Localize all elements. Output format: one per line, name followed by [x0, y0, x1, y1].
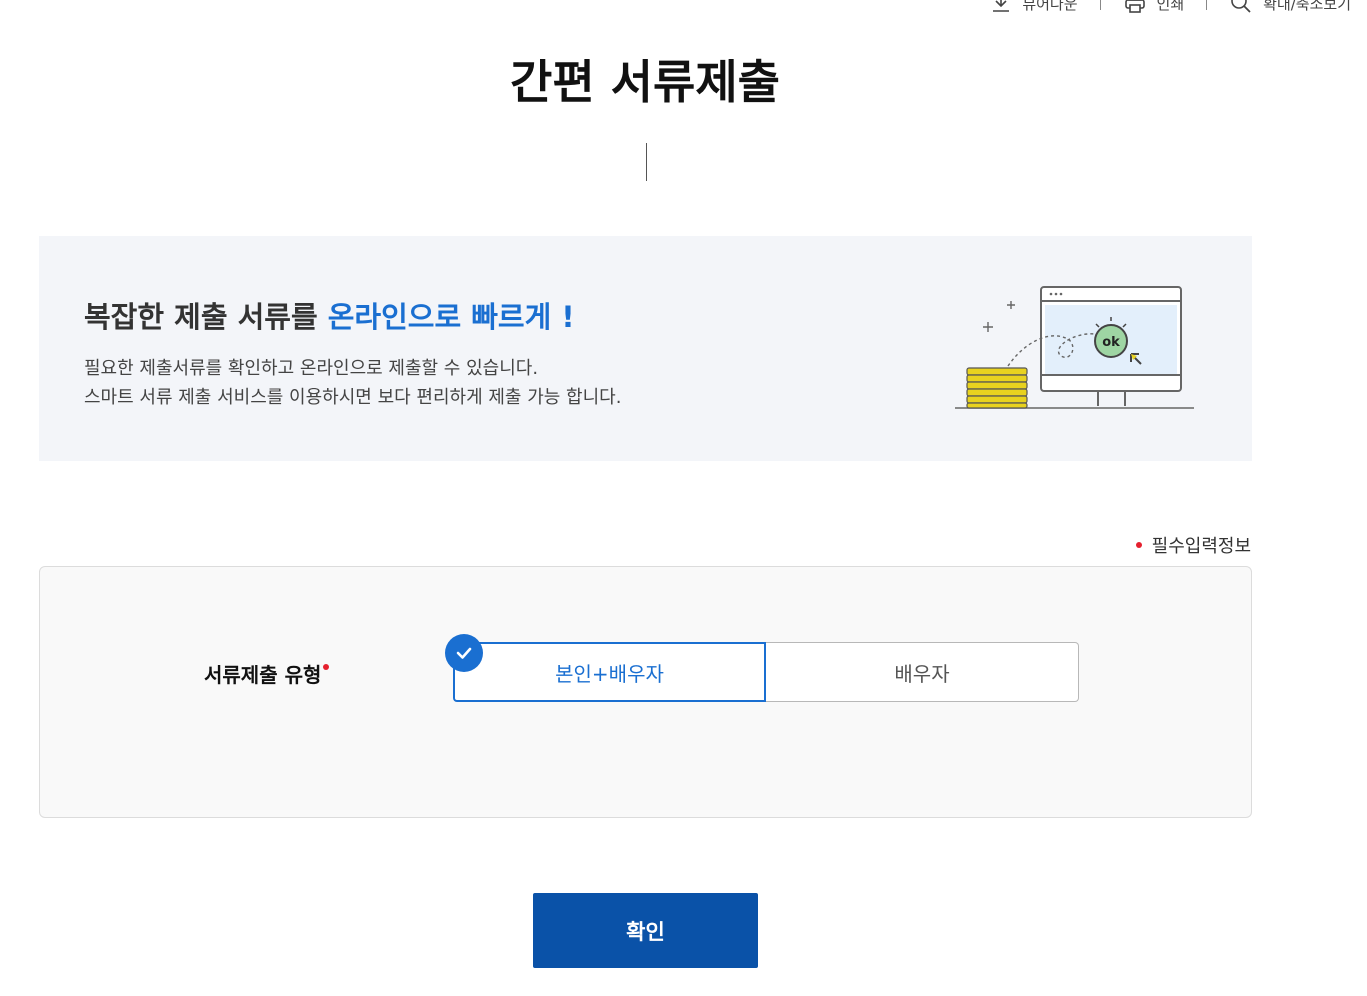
zoom-label: 확대/축소보기	[1263, 0, 1351, 13]
option-spouse-label: 배우자	[894, 661, 950, 686]
banner-headline-accent: 온라인으로 빠르게 !	[327, 300, 575, 334]
viewer-download-label: 뷰어다운	[1022, 0, 1078, 13]
download-icon	[990, 0, 1012, 14]
submission-type-options: 본인+배우자 배우자	[445, 634, 1079, 702]
zoom-icon	[1229, 0, 1253, 14]
banner-headline: 복잡한 제출 서류를 온라인으로 빠르게 !	[84, 294, 575, 336]
zoom-button[interactable]: 확대/축소보기	[1229, 0, 1351, 14]
print-button[interactable]: 인쇄	[1123, 0, 1185, 14]
viewer-download-button[interactable]: 뷰어다운	[990, 0, 1078, 14]
banner-desc-line2: 스마트 서류 제출 서비스를 이용하시면 보다 편리하게 제출 가능 합니다.	[84, 387, 622, 408]
required-dot-icon	[1135, 542, 1142, 548]
printer-icon	[1123, 0, 1147, 14]
page-title: 간편 서류제출	[510, 55, 780, 109]
info-banner: 복잡한 제출 서류를 온라인으로 빠르게 ! 필요한 제출서류를 확인하고 온라…	[39, 236, 1252, 461]
util-divider	[1206, 0, 1208, 10]
util-divider	[1099, 0, 1101, 10]
print-label: 인쇄	[1156, 0, 1185, 13]
ok-badge-text: ok	[1102, 335, 1120, 350]
option-self-and-spouse[interactable]: 본인+배우자	[445, 634, 766, 702]
monitor-coins-illustration: ok	[953, 284, 1198, 414]
banner-description: 필요한 제출서류를 확인하고 온라인으로 제출할 수 있습니다. 스마트 서류 …	[84, 354, 621, 412]
submission-type-label: 서류제출 유형	[204, 659, 330, 688]
utility-bar: 뷰어다운 인쇄 확대/축소보기	[990, 0, 1351, 16]
banner-headline-prefix: 복잡한 제출 서류를	[84, 300, 328, 334]
check-icon	[445, 634, 483, 672]
required-legend-label: 필수입력정보	[1151, 536, 1251, 557]
required-legend: 필수입력정보	[1135, 532, 1251, 558]
form-panel: 서류제출 유형 본인+배우자 배우자	[39, 566, 1252, 818]
submission-type-label-text: 서류제출 유형	[204, 663, 322, 687]
confirm-button[interactable]: 확인	[533, 893, 758, 968]
option-spouse[interactable]: 배우자	[766, 642, 1079, 702]
required-dot-icon	[323, 664, 330, 670]
banner-desc-line1: 필요한 제출서류를 확인하고 온라인으로 제출할 수 있습니다.	[84, 358, 539, 379]
title-divider	[646, 143, 647, 181]
option-self-and-spouse-label: 본인+배우자	[555, 661, 664, 686]
